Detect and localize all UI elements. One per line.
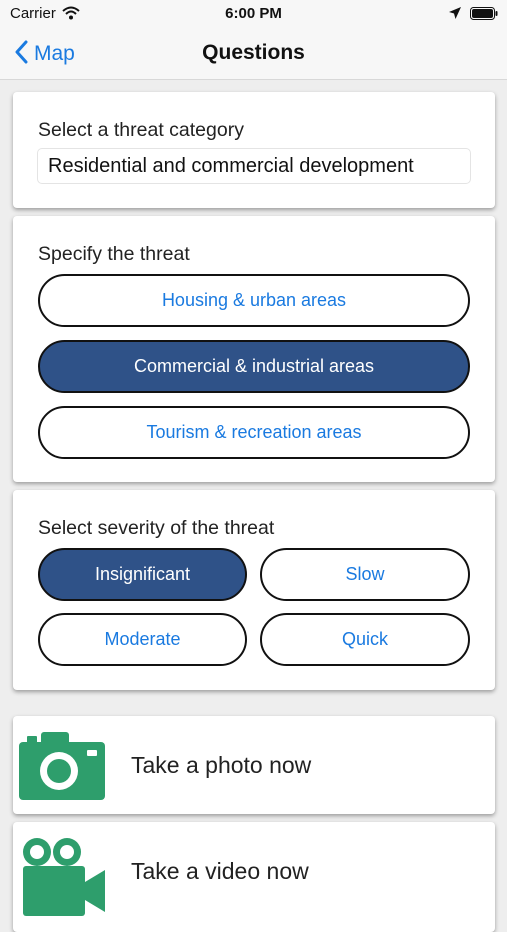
threat-option-tourism[interactable]: Tourism & recreation areas [38,406,470,459]
severity-option-insignificant[interactable]: Insignificant [38,548,247,601]
take-photo-label: Take a photo now [131,752,312,778]
threat-category-field[interactable]: Residential and commercial development [37,148,471,184]
specify-threat-label: Specify the threat [38,243,190,265]
video-camera-icon [19,836,109,921]
severity-label: Select severity of the threat [38,517,275,539]
threat-option-housing[interactable]: Housing & urban areas [38,274,470,327]
threat-category-label: Select a threat category [38,119,244,141]
specify-threat-card: Specify the threat Housing & urban areas… [13,216,495,482]
take-video-button[interactable]: Take a video now [13,822,495,932]
status-bar: Carrier 6:00 PM [0,0,507,28]
severity-option-quick[interactable]: Quick [260,613,470,666]
navigation-bar: Map Questions [0,28,507,80]
severity-card: Select severity of the threat Insignific… [13,490,495,690]
take-photo-button[interactable]: Take a photo now [13,716,495,814]
camera-icon [19,730,105,805]
threat-category-card: Select a threat category Residential and… [13,92,495,208]
take-video-label: Take a video now [131,858,309,884]
severity-option-slow[interactable]: Slow [260,548,470,601]
threat-option-commercial[interactable]: Commercial & industrial areas [38,340,470,393]
status-time: 6:00 PM [225,5,282,22]
severity-option-moderate[interactable]: Moderate [38,613,247,666]
page-title: Questions [202,41,305,64]
battery-icon [470,7,498,24]
location-arrow-icon [448,6,462,24]
